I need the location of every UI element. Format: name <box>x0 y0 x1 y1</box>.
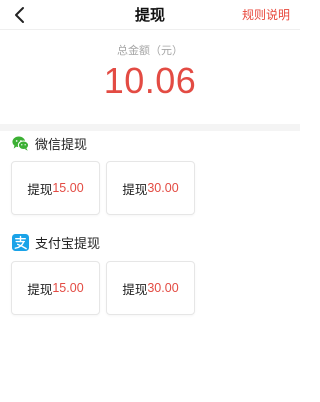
option-amount: 30.00 <box>147 281 179 295</box>
wechat-section-title: 微信提现 <box>35 137 88 153</box>
wechat-section-header: 微信提现 <box>12 134 88 153</box>
total-label: 总金额（元） <box>117 44 183 57</box>
option-label: 提现 <box>27 181 53 197</box>
option-label: 提现 <box>122 181 148 197</box>
option-amount: 15.00 <box>52 281 84 295</box>
option-label: 提现 <box>27 281 53 297</box>
rules-link[interactable]: 规则说明 <box>242 0 290 30</box>
nav-bar: 提现 规则说明 <box>0 0 300 30</box>
alipay-withdraw-option-2[interactable]: 提现 30.00 <box>106 261 195 315</box>
alipay-withdraw-option-1[interactable]: 提现 15.00 <box>11 261 100 315</box>
total-amount: 10.06 <box>103 60 197 101</box>
option-label: 提现 <box>122 281 148 297</box>
option-amount: 15.00 <box>52 181 84 195</box>
balance-summary: 总金额（元） 10.06 <box>0 30 300 124</box>
wechat-withdraw-option-2[interactable]: 提现 30.00 <box>106 161 195 215</box>
wechat-icon <box>12 136 29 151</box>
alipay-section-title: 支付宝提现 <box>35 236 101 252</box>
option-amount: 30.00 <box>147 181 179 195</box>
section-divider <box>0 124 300 131</box>
alipay-icon <box>12 233 29 251</box>
alipay-section-header: 支付宝提现 <box>12 233 101 252</box>
wechat-withdraw-option-1[interactable]: 提现 15.00 <box>11 161 100 215</box>
